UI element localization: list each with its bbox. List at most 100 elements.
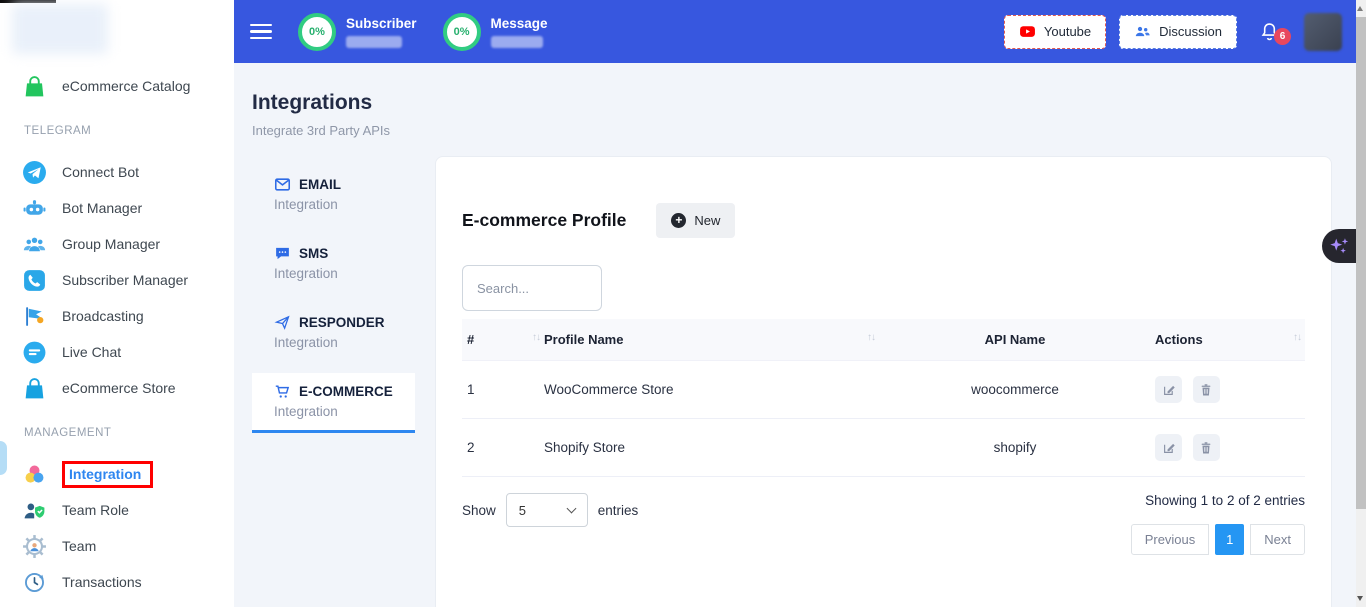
page-size-select[interactable]: 5 [506,493,588,527]
redacted-stat-value [346,36,402,48]
tab-ecommerce-integration-active[interactable]: E-COMMERCE Integration [252,373,415,433]
page-subtitle: Integrate 3rd Party APIs [252,123,1356,138]
scrollbar-thumb[interactable] [1356,17,1366,509]
tab-email-integration[interactable]: EMAIL Integration [252,166,415,223]
hamburger-menu-icon[interactable] [250,24,272,39]
search-input[interactable] [462,265,602,311]
discussion-button-label: Discussion [1159,24,1222,39]
tab-label: E-COMMERCE [299,384,393,399]
tab-sublabel: Integration [274,266,415,281]
sort-icon[interactable]: ↑↓ [867,332,875,343]
column-header-api-name: API Name [875,332,1155,347]
discussion-button[interactable]: Discussion [1119,15,1237,49]
sidebar-item-live-chat[interactable]: Live Chat [0,334,234,370]
edit-button[interactable] [1155,376,1182,403]
tab-sms-integration[interactable]: SMS Integration [252,235,415,292]
sidebar-item-integration[interactable]: Integration [0,456,234,492]
sidebar-item-label: Group Manager [62,236,160,252]
sidebar-item-label: Broadcasting [62,308,144,324]
sidebar-item-label: Subscriber Manager [62,272,188,288]
active-item-indicator [0,441,7,475]
phone-contacts-icon [22,268,47,293]
show-label: Show [462,503,496,518]
group-icon [22,232,47,257]
sidebar-item-bot-manager[interactable]: Bot Manager [0,190,234,226]
app-logo-blurred [12,4,108,54]
youtube-button-label: Youtube [1044,24,1091,39]
sidebar-item-ecommerce-catalog[interactable]: eCommerce Catalog [0,68,234,104]
sms-bubble-icon [274,245,291,262]
tab-sublabel: Integration [274,335,415,350]
column-header-actions: Actions [1155,332,1203,347]
people-icon [1134,23,1151,40]
sidebar-item-group-manager[interactable]: Group Manager [0,226,234,262]
current-page-button[interactable]: 1 [1215,524,1244,555]
ai-assistant-button[interactable] [1322,229,1356,263]
sidebar-nav: eCommerce Catalog TELEGRAM Connect Bot B… [0,68,234,600]
sidebar-item-subscriber-manager[interactable]: Subscriber Manager [0,262,234,298]
sort-icon[interactable]: ↑↓ [532,332,540,343]
new-button-label: New [694,213,720,228]
profiles-table: #↑↓ Profile Name↑↓ API Name Actions↑↓ 1 … [462,319,1305,477]
column-header-number: # [467,332,474,347]
sparkles-icon [1328,235,1350,257]
previous-page-button[interactable]: Previous [1131,524,1210,555]
youtube-icon [1019,23,1036,40]
chevron-down-icon [566,503,576,513]
telegram-icon [22,160,47,185]
youtube-button[interactable]: Youtube [1004,15,1106,49]
trash-icon [1199,441,1213,455]
person-shield-icon [22,498,47,523]
gear-person-icon [22,534,47,559]
edit-icon [1162,441,1176,455]
envelope-icon [274,176,291,193]
vertical-scrollbar[interactable] [1356,0,1366,607]
delete-button[interactable] [1193,434,1220,461]
sidebar-item-label: Live Chat [62,344,121,360]
notification-count-badge: 6 [1274,28,1291,45]
panel-title: E-commerce Profile [462,210,626,231]
chat-icon [22,340,47,365]
sidebar-section-management: MANAGEMENT [0,424,234,442]
subscriber-stat-label: Subscriber [346,16,417,31]
tab-responder-integration[interactable]: RESPONDER Integration [252,304,415,361]
sidebar-item-transactions[interactable]: Transactions [0,564,234,600]
api-name-cell: shopify [875,440,1155,455]
row-number: 1 [462,382,540,397]
clock-history-icon [22,570,47,595]
sidebar-item-connect-bot[interactable]: Connect Bot [0,154,234,190]
column-header-profile-name: Profile Name [544,332,623,347]
notifications-button[interactable]: 6 [1259,21,1280,42]
paper-plane-icon [274,314,291,331]
sidebar-item-label: eCommerce Catalog [62,78,190,94]
tab-sublabel: Integration [274,197,415,212]
new-profile-button[interactable]: + New [656,203,735,238]
next-page-button[interactable]: Next [1250,524,1305,555]
edit-button[interactable] [1155,434,1182,461]
page-size-value: 5 [519,503,526,518]
message-stat-label: Message [491,16,548,31]
edit-icon [1162,383,1176,397]
trash-icon [1199,383,1213,397]
table-header-row: # ↑↓ Profile Name ↑↓ API Name Actions ↑↓ [462,319,1305,361]
sidebar-item-team-role[interactable]: Team Role [0,492,234,528]
user-avatar[interactable] [1304,13,1342,51]
sidebar-item-label: Team [62,538,96,554]
tab-sublabel: Integration [274,404,415,419]
scroll-down-arrow[interactable] [1357,596,1363,601]
scroll-up-arrow[interactable] [1357,6,1363,11]
sidebar-item-broadcasting[interactable]: Broadcasting [0,298,234,334]
ecommerce-profile-card: E-commerce Profile + New # ↑↓ Profile Nam… [435,156,1332,607]
subscriber-progress-circle: 0% [298,13,336,51]
robot-icon [22,196,47,221]
tab-label: SMS [299,246,328,261]
delete-button[interactable] [1193,376,1220,403]
sidebar-item-team[interactable]: Team [0,528,234,564]
cart-icon [274,383,291,400]
sort-icon[interactable]: ↑↓ [1293,332,1301,343]
tab-label: RESPONDER [299,315,385,330]
row-number: 2 [462,440,540,455]
sidebar-item-ecommerce-store[interactable]: eCommerce Store [0,370,234,406]
sidebar-item-label-active: Integration [62,461,153,488]
profile-name-cell: Shopify Store [540,440,875,455]
